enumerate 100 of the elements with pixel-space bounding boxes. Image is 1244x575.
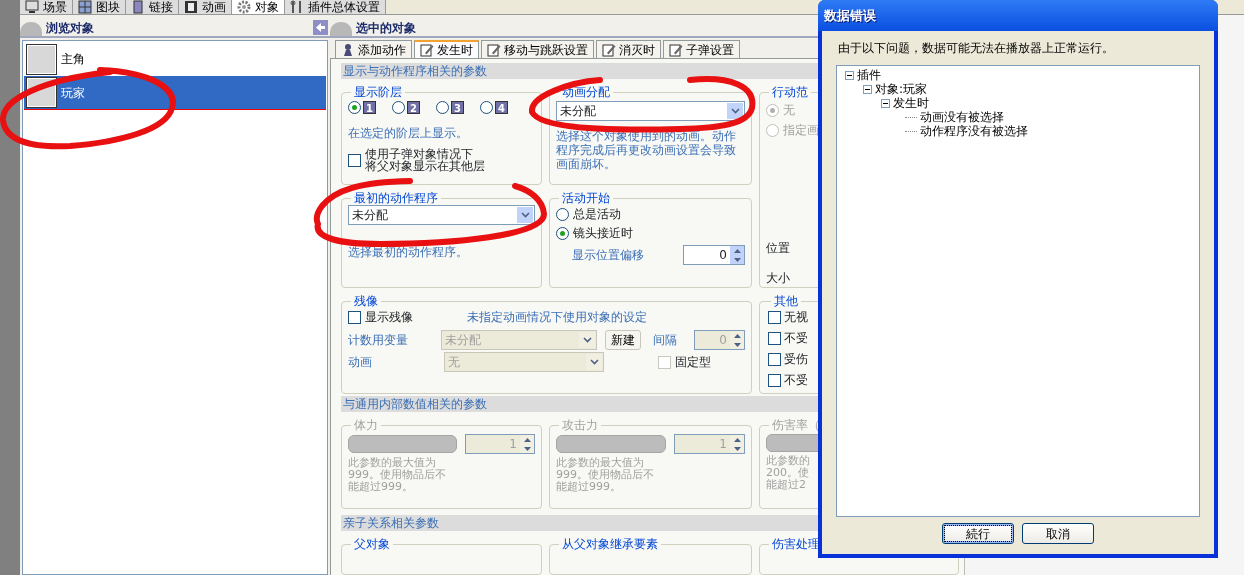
layer-number: 2 [407,101,420,114]
header-tab-shape [20,22,42,36]
field-label: 间隔 [653,332,679,349]
list-item[interactable]: 玩家 [24,76,326,110]
checkbox-label: 不受 [784,372,808,389]
group-title: 显示阶层 [353,85,403,99]
pencil-icon [602,42,616,57]
group-title: 残像 [353,294,379,308]
field-label: 动画 [348,354,373,371]
panel-title: 浏览对象 [46,19,95,37]
checkbox-label: 固定型 [675,354,711,371]
radio-button[interactable] [348,101,361,114]
dropdown[interactable]: 未分配 [348,205,535,225]
new-button[interactable]: 新建 [605,330,642,350]
collapse-icon[interactable] [881,98,890,108]
dialog-title: 数据错误 [818,0,1218,31]
collapse-icon[interactable] [845,70,854,80]
layer-number: 4 [495,101,508,114]
checkbox[interactable] [768,310,781,324]
caret-icon [520,212,530,218]
group-title: 体力 [353,418,379,432]
group-title: 伤害率（ [771,418,821,432]
hint-text: 此参数的最大值为 999。使用物品后不 能超过999。 [556,457,655,493]
dropdown[interactable]: 未分配 [556,101,745,121]
pencil-icon [669,42,683,57]
down-arrow-icon [733,257,741,262]
dialog-button[interactable]: 続行 [942,523,1014,544]
tab[interactable]: 子弹设置 [663,40,740,58]
radio-label: 指定画 [783,122,819,139]
up-arrow-icon [733,437,741,442]
tab[interactable]: 插件总体设置 [285,0,386,14]
tab[interactable]: 链接 [126,0,179,14]
radio-button[interactable] [556,207,569,221]
layer-number: 1 [363,101,376,114]
caret-icon [582,337,592,343]
dialog-message: 由于以下问题，数据可能无法在播放器上正常运行。 [838,40,1115,57]
checkbox-label: 使用子弹对象情况下 将父对象显示在其他层 [365,148,485,172]
tab[interactable]: 移动与跳跃设置 [481,40,594,58]
group-title: 动画分配 [561,85,611,99]
caret-icon [589,359,599,365]
down-arrow-icon [523,446,531,451]
checkbox-label: 受伤 [784,351,808,368]
pencil-icon [487,42,501,57]
field-label: 计数用变量 [348,332,409,349]
down-arrow-icon [733,342,741,347]
tab[interactable]: 添加动作 [335,40,412,58]
group-title: 行动范 [771,85,809,99]
checkbox[interactable] [348,310,361,324]
field-label: 大小 [766,270,791,287]
radio-button[interactable] [766,123,779,137]
checkbox[interactable] [768,331,781,345]
header-tab-shape [330,22,352,36]
layer-number: 3 [451,101,464,114]
checkbox-label: 不受 [784,330,808,347]
monitor-icon [25,0,39,14]
field-label: 显示位置偏移 [572,247,644,264]
group-title: 活动开始 [561,191,611,205]
tab[interactable]: 场景 [20,0,73,14]
radio-button[interactable] [766,103,779,117]
radio-button[interactable] [480,101,493,114]
radio-label: 无 [783,102,795,119]
caret-icon [730,108,740,114]
tab[interactable]: 消灭时 [596,40,661,58]
pencil-icon [420,43,434,57]
up-arrow-icon [733,248,741,253]
figure-icon [341,42,355,57]
left-arrow-icon [315,22,326,33]
radio-label: 总是活动 [573,206,621,223]
tools-icon [290,0,304,14]
grid-icon [78,0,92,14]
group-title: 从父对象继承要素 [561,537,659,552]
radio-button[interactable] [436,101,449,114]
up-arrow-icon [523,437,531,442]
thumbnail [26,43,57,75]
number-spinner[interactable]: 0 [683,245,745,265]
checkbox[interactable] [348,153,361,167]
dialog-button[interactable]: 取消 [1022,523,1094,544]
list-item[interactable]: 主角 [24,42,326,76]
tab[interactable]: 发生时 [414,40,479,58]
hint-text: 此参数的最大值为 999。使用物品后不 能超过999。 [348,457,447,493]
hint-text: 选择最初的动作程序。 [348,244,469,261]
group-title: 其他 [773,294,799,308]
note-text: 未指定动画情况下使用对象的设定 [467,309,647,326]
radio-button[interactable] [392,101,405,114]
checkbox-label: 显示残像 [365,309,413,326]
hint-text: 在选定的阶层上显示。 [348,125,469,142]
radio-button[interactable] [556,226,569,240]
tab[interactable]: 图块 [73,0,126,14]
checkbox[interactable] [768,373,781,387]
tab[interactable]: 对象 [232,0,285,14]
checkbox[interactable] [768,352,781,366]
group-title: 父对象 [353,537,391,552]
tab[interactable]: 动画 [179,0,232,14]
hint-text: 此参数的 200。使 能超过2 [766,455,811,491]
collapse-icon[interactable] [863,84,872,94]
collapse-button[interactable] [313,20,328,35]
group-title: 攻击力 [561,418,599,432]
checkbox-label: 无视 [784,309,808,326]
panel-title: 选中的对象 [356,19,417,37]
up-arrow-icon [733,333,741,338]
